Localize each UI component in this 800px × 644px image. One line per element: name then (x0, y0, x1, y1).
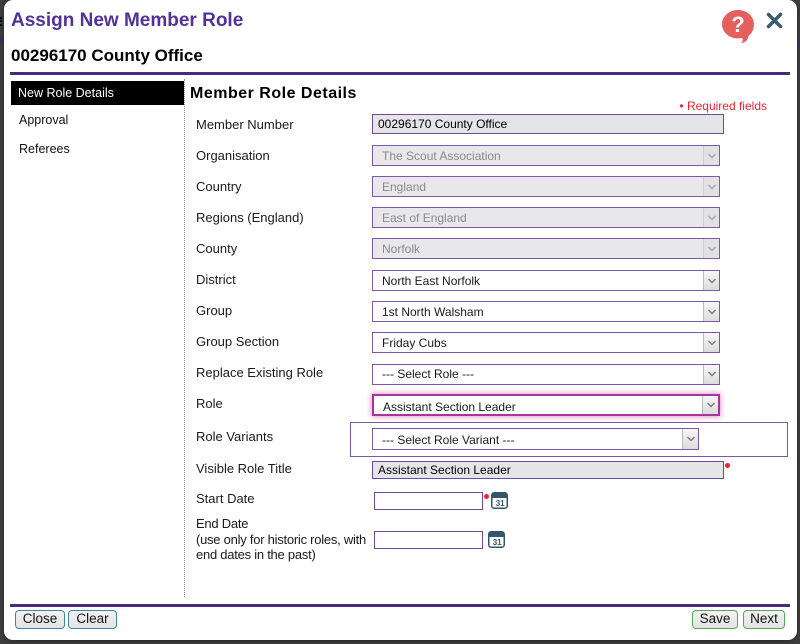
svg-text:?: ? (731, 12, 744, 37)
svg-text:31: 31 (493, 538, 502, 547)
svg-text:31: 31 (496, 499, 505, 508)
